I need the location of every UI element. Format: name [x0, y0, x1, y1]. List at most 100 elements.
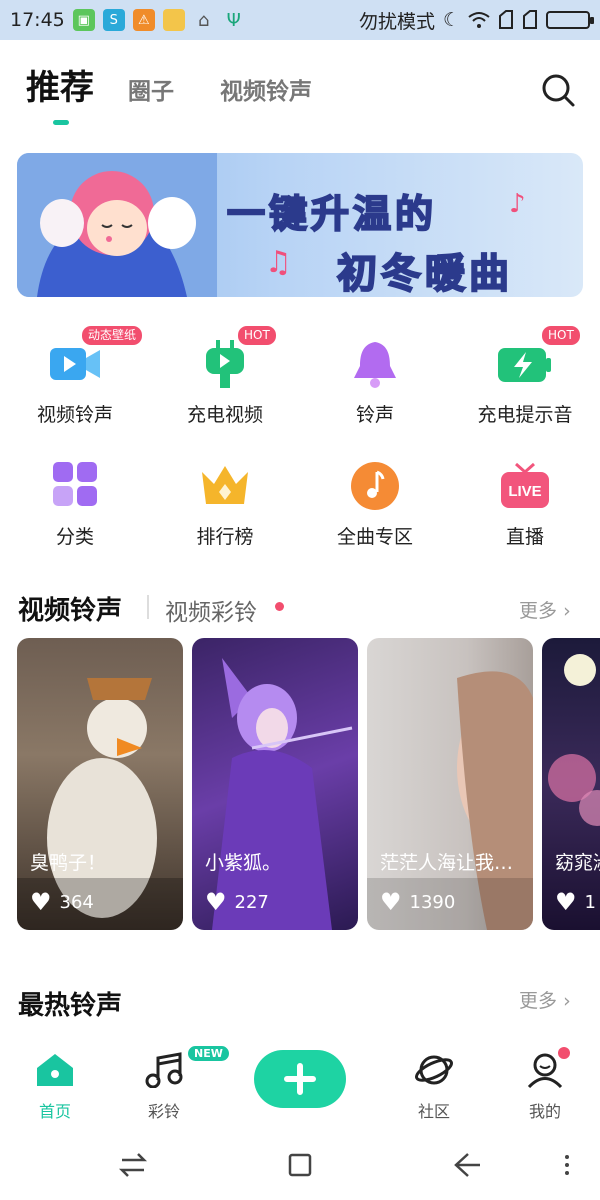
app-icon-green: ▣	[72, 9, 95, 31]
tab-recommend[interactable]: 推荐	[26, 58, 94, 118]
nav-label: 我的	[528, 1102, 561, 1121]
tab-video-color-ring[interactable]: 视频彩铃	[165, 593, 257, 627]
hot-more-link[interactable]: 更多 ›	[519, 986, 571, 1013]
back-icon[interactable]	[450, 1148, 484, 1182]
category-label: 充电提示音	[477, 404, 573, 426]
section-title-video-ringtone: 视频铃声	[18, 596, 123, 626]
crown-icon	[202, 466, 248, 504]
nav-color-ring[interactable]: 彩铃	[124, 1052, 204, 1122]
category-charging-video[interactable]: HOT 充电视频	[150, 326, 300, 427]
moon-icon: ☾	[442, 9, 460, 31]
section-divider	[147, 595, 149, 619]
badge-hot: HOT	[542, 326, 580, 345]
video-card[interactable]: 臭鸭子！ ♥ 364	[17, 638, 183, 930]
battery-icon	[546, 11, 594, 29]
home-square-icon[interactable]	[283, 1148, 317, 1182]
video-card-likes: ♥ 1	[555, 888, 596, 916]
video-card-title: 窈窕淑女	[555, 852, 600, 874]
video-card-likes: ♥ 227	[205, 888, 269, 916]
heart-icon: ♥	[205, 888, 227, 916]
video-card-list: 臭鸭子！ ♥364 小紫狐。 ♥227 茫茫人海让我遇… ♥1390 窈窕淑女 …	[0, 638, 600, 930]
category-label: 直播	[505, 526, 544, 548]
home-icon	[37, 1054, 73, 1086]
category-live[interactable]: LIVE 直播	[450, 462, 600, 549]
badge-hot: HOT	[238, 326, 276, 345]
duck-plush-thumbnail	[17, 678, 183, 930]
heart-icon: ♥	[555, 888, 577, 916]
section-title-hot-ringtone: 最热铃声	[18, 991, 123, 1021]
category-label: 排行榜	[196, 526, 254, 548]
notification-dot	[558, 1047, 570, 1059]
video-card[interactable]: 窈窕淑女 ♥1	[542, 638, 600, 930]
live-tv-icon: LIVE	[501, 462, 549, 508]
status-time: 17:45	[10, 9, 65, 31]
status-bar: 17:45 ▣ S ⚠ ⌂ Ψ 勿扰模式 ☾	[0, 0, 600, 40]
signal-icon	[523, 10, 537, 29]
category-label: 充电视频	[186, 404, 263, 426]
planet-icon	[415, 1055, 453, 1085]
category-label: 全曲专区	[336, 526, 413, 548]
banner-headline: 一键升温的	[226, 191, 438, 237]
menu-dots-icon[interactable]	[550, 1148, 584, 1182]
video-card-title: 茫茫人海让我遇…	[380, 852, 530, 874]
nav-home[interactable]: 首页	[15, 1052, 95, 1122]
app-icon-blue: S	[102, 9, 125, 31]
portrait-thumbnail	[367, 671, 533, 930]
music-note-icon	[351, 462, 399, 510]
search-icon[interactable]	[540, 72, 576, 108]
video-card-title: 小紫狐。	[205, 852, 282, 874]
category-label: 分类	[55, 526, 94, 548]
category-label: 视频铃声	[36, 404, 113, 426]
signal-icon	[499, 10, 513, 29]
active-tab-indicator	[53, 120, 69, 125]
top-tab-bar: 推荐 圈子 视频铃声	[0, 58, 600, 128]
banner-illustration	[17, 153, 217, 297]
heart-icon: ♥	[30, 888, 52, 916]
chevron-right-icon: ›	[563, 990, 571, 1012]
video-card-likes: ♥ 364	[30, 888, 94, 916]
video-card[interactable]: 茫茫人海让我遇… ♥ 1390	[367, 638, 533, 930]
night-blossom-thumbnail	[548, 654, 600, 826]
plus-icon	[284, 1063, 316, 1095]
bell-icon	[354, 342, 396, 388]
video-card[interactable]: 小紫狐。 ♥ 227	[192, 638, 358, 930]
heart-icon: ♥	[380, 888, 402, 916]
music-note-decoration-icon: ♫	[265, 245, 292, 280]
bottom-nav: 首页 彩铃 NEW 社区 我的	[0, 1040, 600, 1130]
nav-label: 彩铃	[147, 1102, 180, 1121]
nav-community[interactable]: 社区	[394, 1052, 474, 1122]
video-card-title: 臭鸭子！	[30, 852, 107, 874]
tab-video-ringtone[interactable]: 视频铃声	[220, 62, 312, 122]
usb-icon: Ψ	[226, 9, 241, 31]
folder-icon	[162, 9, 185, 31]
category-label: 铃声	[355, 404, 394, 426]
tab-circle[interactable]: 圈子	[128, 62, 174, 122]
category-full-songs[interactable]: 全曲专区	[300, 462, 450, 549]
video-camera-icon	[50, 348, 100, 380]
category-ringtone[interactable]: 铃声	[300, 340, 450, 427]
battery-bolt-icon	[498, 348, 551, 382]
music-note-decoration-icon: ♪	[509, 189, 526, 219]
broom-icon: ⌂	[198, 9, 210, 31]
banner-subheadline: 初冬暖曲	[336, 250, 513, 297]
svg-text:LIVE: LIVE	[508, 483, 541, 500]
nav-label: 首页	[38, 1102, 71, 1121]
promo-banner[interactable]: 一键升温的 初冬暖曲 ♫ ♪	[17, 153, 583, 297]
music-notes-icon	[145, 1052, 183, 1089]
switch-icon[interactable]	[116, 1148, 150, 1182]
create-button[interactable]	[254, 1050, 346, 1108]
grid-icon	[53, 462, 97, 506]
video-more-link[interactable]: 更多 ›	[519, 596, 571, 623]
category-classify[interactable]: 分类	[0, 462, 150, 549]
badge-live-wallpaper: 动态壁纸	[82, 326, 143, 345]
wifi-icon	[468, 12, 490, 28]
category-charging-tone[interactable]: HOT 充电提示音	[450, 326, 600, 427]
nav-profile[interactable]: 我的	[505, 1052, 585, 1122]
category-video-ringtone[interactable]: 动态壁纸 视频铃声	[0, 326, 150, 427]
warning-icon: ⚠	[132, 9, 155, 31]
do-not-disturb-label: 勿扰模式	[358, 10, 435, 33]
new-badge: NEW	[188, 1046, 229, 1061]
category-ranking[interactable]: 排行榜	[150, 462, 300, 549]
chevron-right-icon: ›	[563, 600, 571, 622]
system-nav-bar	[0, 1130, 600, 1200]
